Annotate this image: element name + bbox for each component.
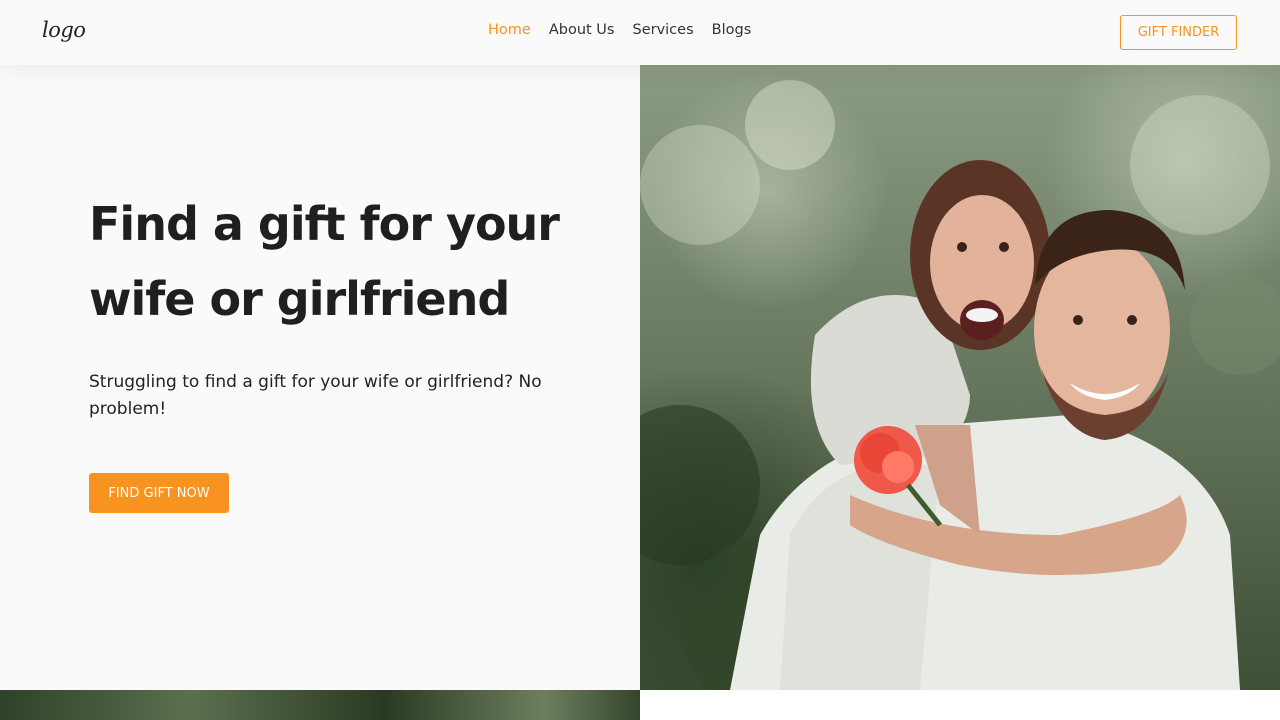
nav-link-about-us[interactable]: About Us	[549, 22, 615, 38]
hero-title: Find a gift for your wife or girlfriend	[89, 197, 560, 326]
couple-photo	[640, 65, 1280, 690]
couple-photo-illustration	[640, 80, 1280, 690]
gift-finder-button[interactable]: GIFT FINDER	[1120, 15, 1237, 50]
next-section-image-strip	[0, 690, 640, 720]
logo[interactable]: logo	[42, 18, 86, 42]
top-navbar: logo Home About Us Services Blogs GIFT F…	[0, 0, 1280, 65]
main-nav: Home About Us Services Blogs	[488, 22, 751, 38]
find-gift-now-button[interactable]: FIND GIFT NOW	[89, 473, 229, 513]
next-section-panel	[640, 690, 1280, 720]
nav-link-services[interactable]: Services	[632, 22, 693, 38]
hero-subtitle: Struggling to find a gift for your wife …	[89, 372, 542, 419]
nav-link-blogs[interactable]: Blogs	[712, 22, 752, 38]
nav-link-home[interactable]: Home	[488, 22, 531, 38]
